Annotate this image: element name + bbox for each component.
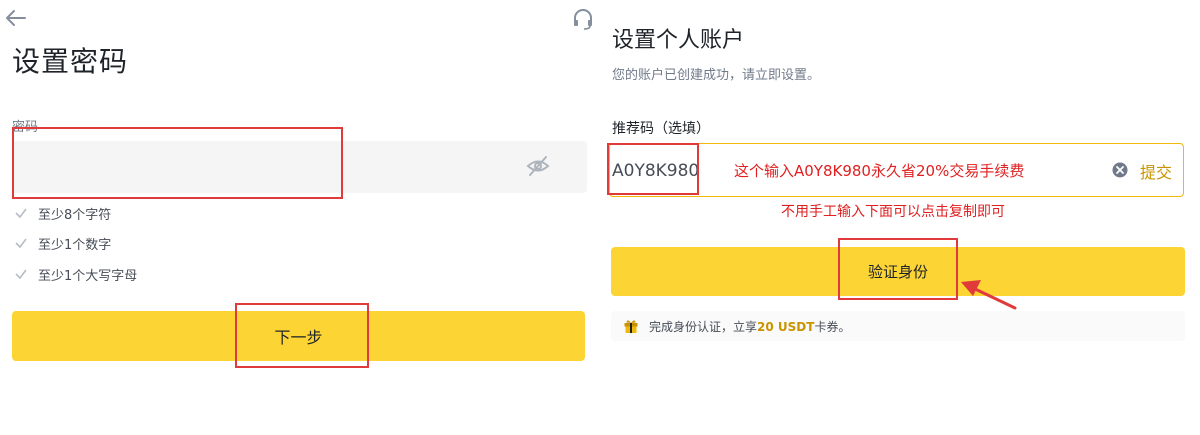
- requirement-text: 至少8个字符: [38, 207, 112, 223]
- annotation-arrow-icon: [961, 280, 1017, 310]
- requirement-text: 至少1个大写字母: [38, 268, 138, 284]
- check-icon: [15, 238, 27, 249]
- reward-banner: 完成身份认证，立享20 USDT卡券。: [611, 311, 1185, 341]
- account-setup-title: 设置个人账户: [612, 28, 745, 53]
- back-arrow-icon[interactable]: [5, 8, 27, 28]
- reward-text: 完成身份认证，立享20 USDT卡券。: [649, 318, 850, 335]
- check-icon: [15, 269, 27, 280]
- referral-annotation: 这个输入A0Y8K980永久省20%交易手续费: [734, 162, 1025, 180]
- check-icon: [15, 208, 27, 219]
- highlight-box-referral: [607, 143, 699, 195]
- reward-prefix: 完成身份认证，立享: [649, 319, 758, 334]
- referral-code-label: 推荐码（选填）: [612, 121, 710, 137]
- reward-suffix: 卡券。: [814, 319, 851, 334]
- account-setup-subtitle: 您的账户已创建成功，请立即设置。: [612, 68, 821, 83]
- highlight-box-verify: [838, 238, 958, 300]
- page-title: 设置密码: [12, 45, 129, 78]
- highlight-box-next: [235, 303, 369, 368]
- gift-icon: [624, 320, 638, 333]
- eye-off-icon[interactable]: [526, 155, 550, 177]
- requirement-item: 至少8个字符: [14, 203, 111, 223]
- requirement-item: 至少1个大写字母: [14, 264, 137, 284]
- reward-amount: 20 USDT: [757, 319, 815, 334]
- submit-button[interactable]: 提交: [1140, 159, 1172, 183]
- requirement-text: 至少1个数字: [38, 237, 112, 253]
- headset-support-icon[interactable]: [572, 8, 594, 30]
- highlight-box-password: [12, 127, 343, 199]
- copy-annotation: 不用手工输入下面可以点击复制即可: [781, 204, 1005, 220]
- requirement-item: 至少1个数字: [14, 233, 111, 253]
- clear-icon[interactable]: [1112, 162, 1128, 178]
